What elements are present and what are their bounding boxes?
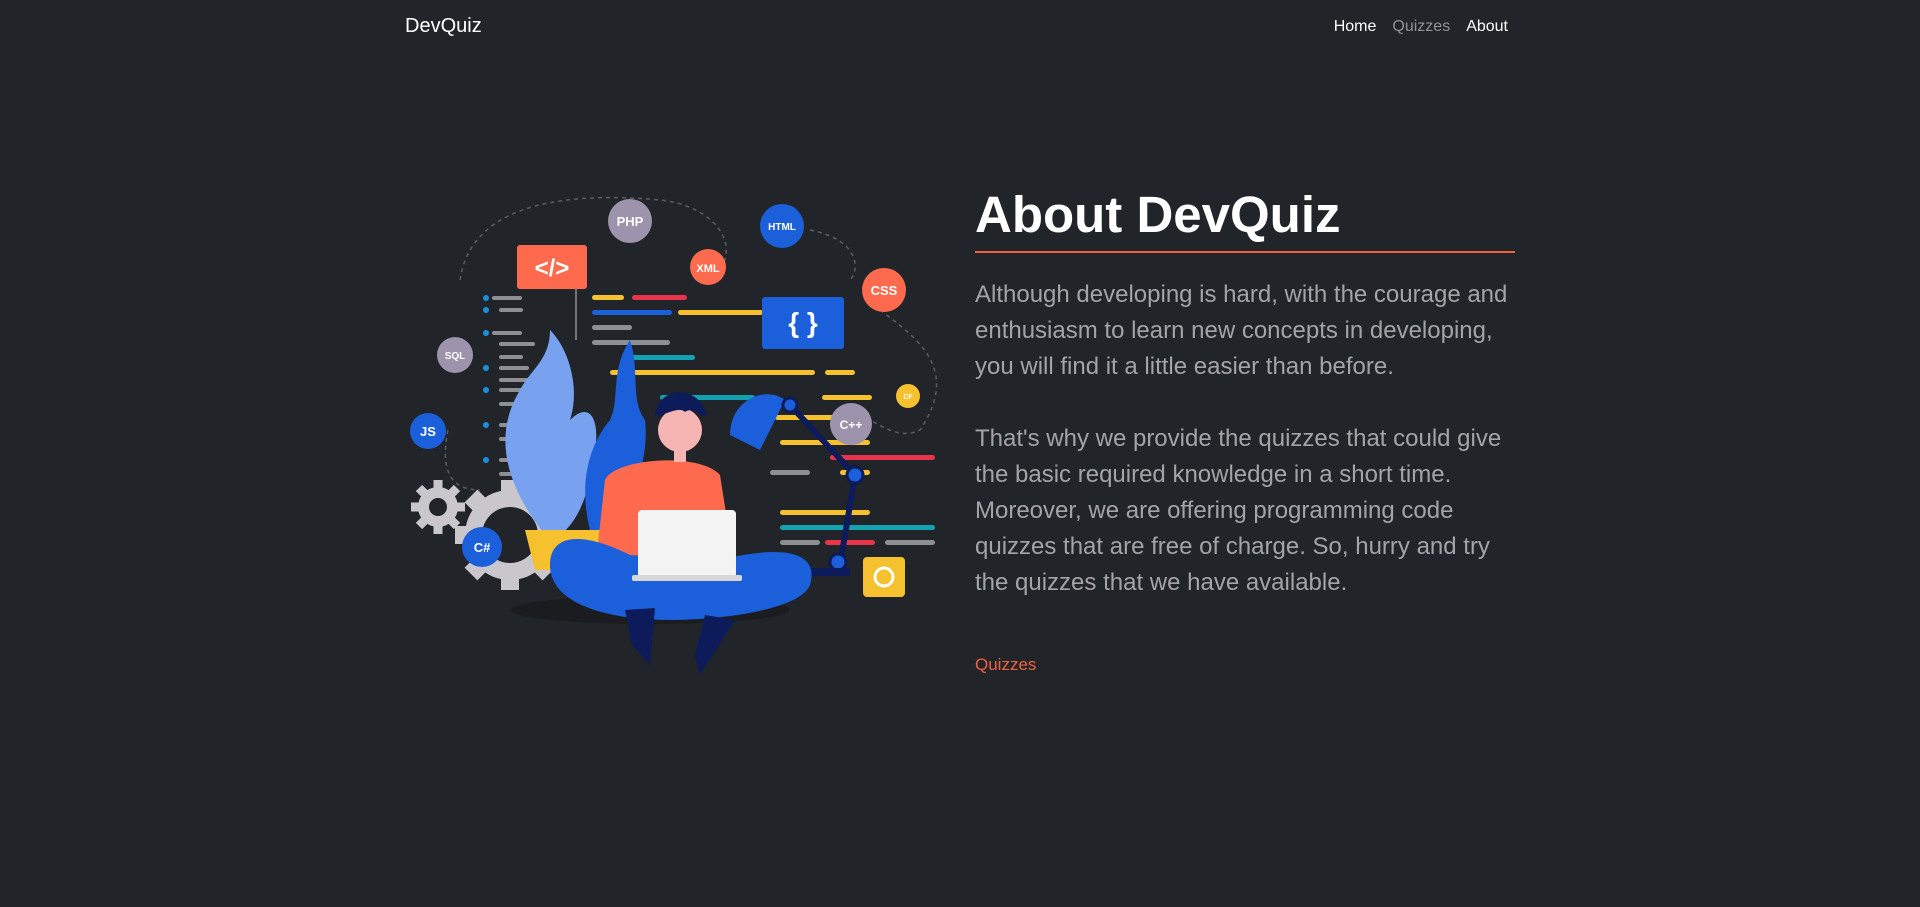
about-paragraph-1: Although developing is hard, with the co…: [975, 281, 1508, 380]
nav-about[interactable]: About: [1458, 18, 1508, 36]
page-title: About DevQuiz: [975, 185, 1515, 253]
about-paragraph-2: That's why we provide the quizzes that c…: [975, 425, 1502, 596]
nav-quizzes[interactable]: Quizzes: [1384, 18, 1458, 36]
cf-badge: CF: [903, 394, 913, 401]
brand-logo[interactable]: DevQuiz: [405, 15, 482, 38]
gear-icon: [411, 480, 465, 534]
quizzes-link[interactable]: Quizzes: [975, 655, 1036, 675]
sql-badge: SQL: [445, 351, 466, 362]
braces-icon: { }: [788, 307, 818, 338]
php-badge: PHP: [617, 214, 644, 229]
html-badge: HTML: [768, 222, 796, 233]
about-section: About DevQuiz Although developing is har…: [975, 185, 1515, 675]
js-badge: JS: [420, 424, 436, 439]
xml-badge: XML: [696, 263, 720, 275]
css-badge: CSS: [871, 283, 898, 298]
developer-illustration: </> { } PHP HTML XML CSS SQL JS C++ C# C…: [410, 196, 938, 675]
top-nav: Home Quizzes About: [1326, 18, 1508, 36]
csharp-badge: C#: [474, 540, 491, 555]
nav-home[interactable]: Home: [1326, 18, 1385, 36]
cpp-badge: C++: [840, 418, 863, 432]
code-tag-icon: </>: [535, 255, 570, 282]
